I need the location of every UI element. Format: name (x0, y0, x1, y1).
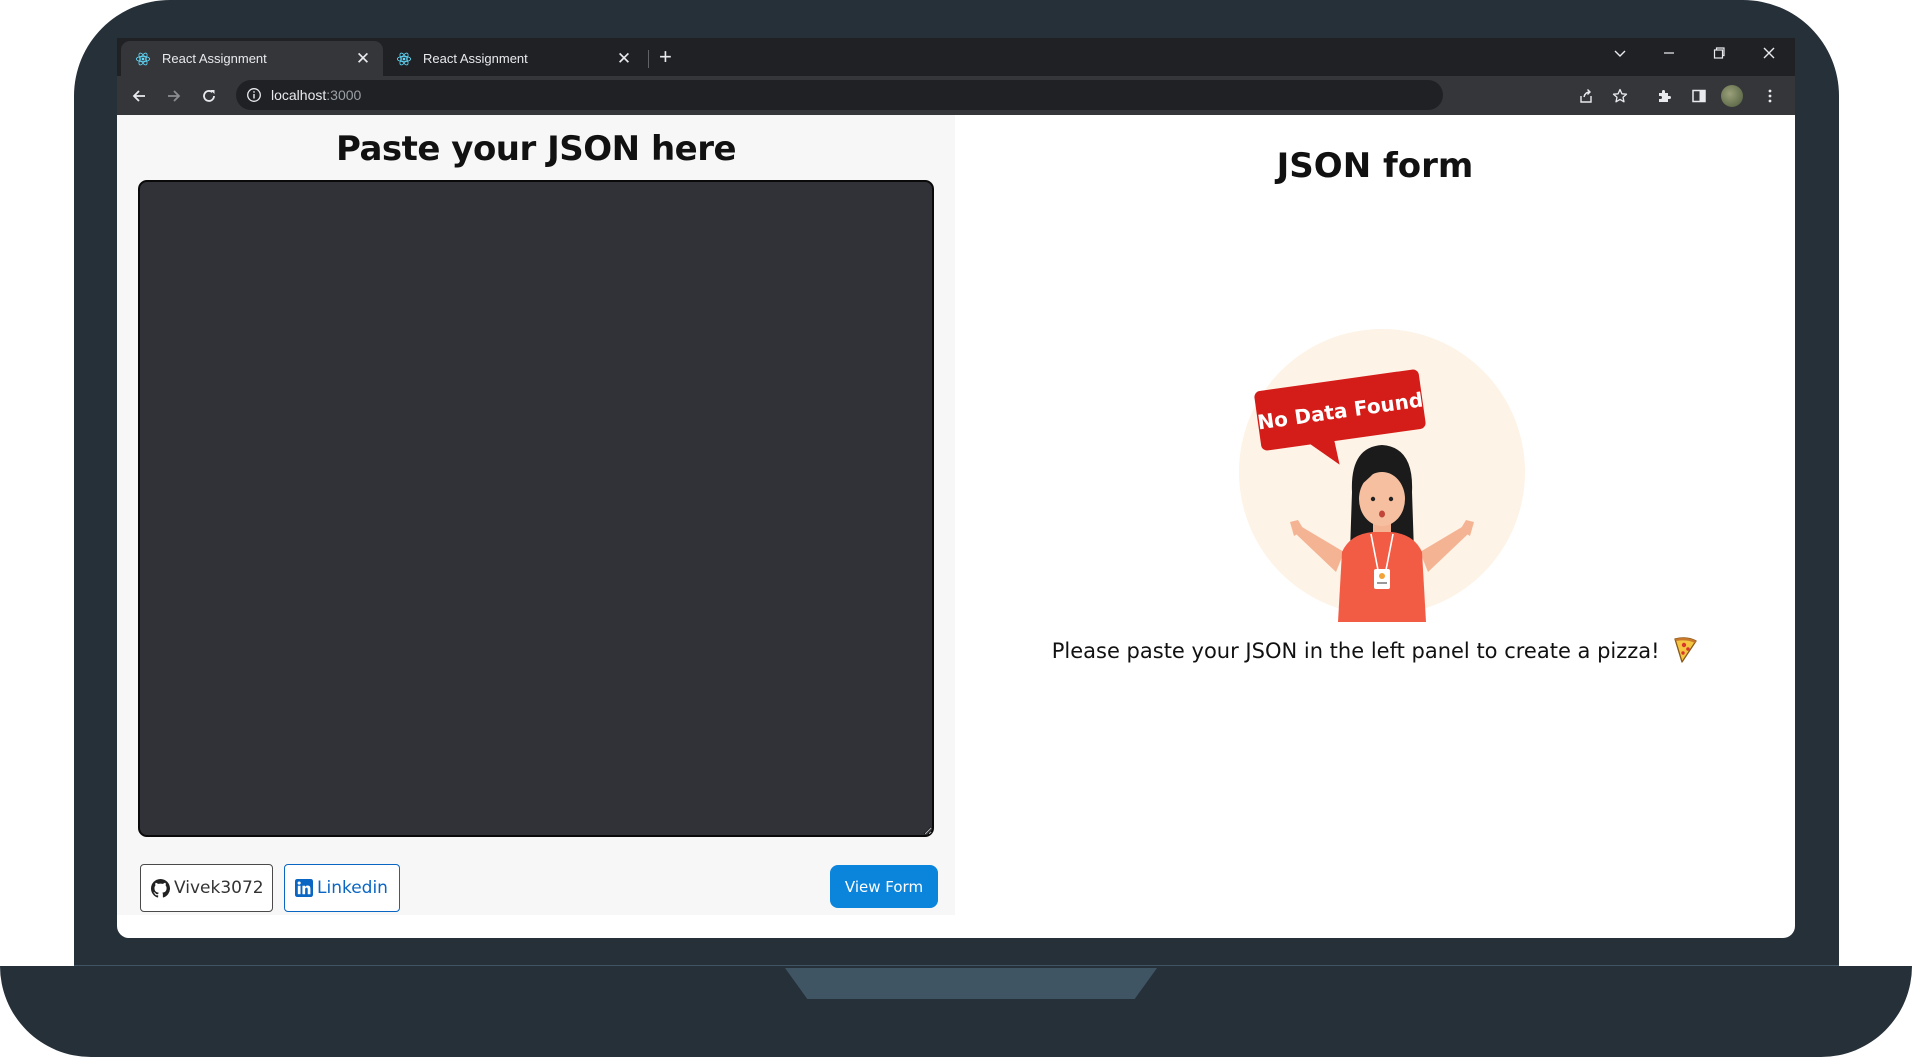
tab-title: React Assignment (162, 51, 267, 66)
react-icon (396, 52, 412, 65)
address-bar[interactable]: localhost:3000 (236, 80, 1443, 110)
github-label: Vivek3072 (174, 878, 264, 898)
close-tab-icon[interactable]: ✕ (616, 49, 632, 69)
editor-title: Paste your JSON here (335, 129, 737, 169)
page-content: Paste your JSON here Vivek3072 Linkedin … (117, 115, 1795, 938)
url-port: :3000 (326, 87, 362, 103)
close-tab-icon[interactable]: ✕ (355, 49, 371, 69)
linkedin-label: Linkedin (317, 878, 388, 898)
tab-separator (648, 50, 649, 68)
empty-message-text: Please paste your JSON in the left panel… (1051, 639, 1660, 663)
no-data-illustration: No Data Found (1239, 329, 1525, 622)
close-window-icon[interactable] (1755, 46, 1783, 64)
new-tab-icon[interactable]: + (659, 46, 672, 68)
github-icon (151, 878, 170, 898)
profile-avatar[interactable] (1721, 85, 1743, 107)
reload-icon[interactable] (197, 84, 221, 108)
side-panel-icon[interactable] (1688, 85, 1710, 107)
tab-title: React Assignment (423, 51, 528, 66)
pizza-icon (1674, 637, 1697, 663)
minimize-icon[interactable] (1655, 46, 1683, 64)
github-button[interactable]: Vivek3072 (140, 864, 273, 912)
restore-icon[interactable] (1705, 46, 1733, 64)
empty-state-message: Please paste your JSON in the left panel… (955, 635, 1795, 663)
laptop-notch (785, 968, 1157, 999)
tab-search-icon[interactable] (1606, 46, 1634, 64)
view-form-button[interactable]: View Form (830, 865, 938, 908)
info-icon[interactable] (246, 87, 262, 103)
star-icon[interactable] (1609, 85, 1631, 107)
browser-window: React Assignment ✕ React Assignment ✕ + (117, 38, 1795, 938)
browser-tab-1[interactable]: React Assignment ✕ (121, 41, 383, 76)
json-input[interactable] (138, 180, 934, 837)
extensions-icon[interactable] (1653, 85, 1675, 107)
browser-tab-2[interactable]: React Assignment ✕ (382, 41, 644, 76)
menu-icon[interactable] (1759, 85, 1781, 107)
forward-icon[interactable] (162, 84, 186, 108)
share-icon[interactable] (1575, 85, 1597, 107)
json-editor-panel: Paste your JSON here Vivek3072 Linkedin … (117, 115, 955, 915)
react-icon (135, 52, 151, 65)
tab-strip: React Assignment ✕ React Assignment ✕ + (117, 38, 1795, 76)
form-title: JSON form (1276, 146, 1474, 186)
browser-toolbar: localhost:3000 (117, 76, 1795, 115)
back-icon[interactable] (127, 84, 151, 108)
url-host: localhost (271, 87, 327, 103)
linkedin-icon (295, 879, 313, 897)
linkedin-button[interactable]: Linkedin (284, 864, 400, 912)
